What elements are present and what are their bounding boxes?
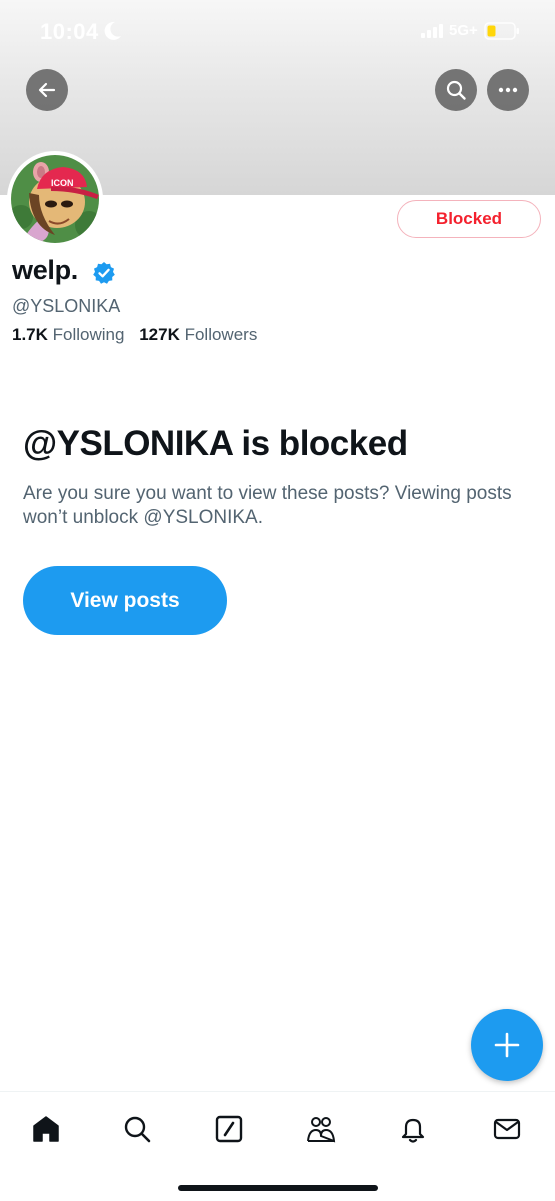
battery-icon [484, 22, 520, 45]
compose-post-button[interactable] [471, 1009, 543, 1081]
status-time: 10:04 [40, 19, 99, 44]
search-button[interactable] [435, 69, 477, 111]
nav-notifications[interactable] [393, 1109, 433, 1149]
moon-icon [104, 21, 122, 46]
view-posts-button[interactable]: View posts [23, 566, 227, 635]
more-icon [498, 87, 518, 93]
home-icon [33, 1116, 59, 1142]
avatar-image: ICON [11, 155, 99, 243]
following-label: Following [52, 325, 125, 344]
search-icon [446, 80, 466, 100]
network-label: 5G+ [449, 22, 478, 39]
messages-icon [493, 1118, 521, 1140]
handle: @YSLONIKA [12, 296, 121, 316]
status-bar: 10:04 5G+ [0, 0, 555, 64]
blocked-button[interactable]: Blocked [397, 200, 541, 238]
grok-icon [215, 1115, 243, 1143]
display-name: welp. [12, 255, 79, 285]
bottom-nav [0, 1091, 555, 1201]
follow-stats: 1.7K Following 127K Followers [12, 325, 267, 345]
notifications-icon [401, 1118, 425, 1143]
search-icon [124, 1116, 151, 1143]
home-indicator[interactable] [178, 1185, 378, 1191]
blocked-description: Are you sure you want to view these post… [23, 483, 512, 528]
nav-messages[interactable] [487, 1109, 527, 1149]
followers-count: 127K [139, 325, 180, 344]
following-link[interactable]: 1.7K Following [12, 325, 124, 345]
avatar-hat-text: ICON [51, 178, 74, 188]
verified-badge-icon [92, 261, 116, 290]
back-button[interactable] [26, 69, 68, 111]
avatar[interactable]: ICON [7, 151, 103, 247]
following-count: 1.7K [12, 325, 48, 344]
back-arrow-icon [38, 82, 56, 98]
followers-label: Followers [184, 325, 258, 344]
plus-icon [494, 1032, 520, 1058]
signal-icon [421, 24, 445, 43]
nav-explore[interactable] [117, 1109, 157, 1149]
nav-home[interactable] [26, 1109, 66, 1149]
blocked-title: @YSLONIKA is blocked [23, 424, 408, 463]
nav-communities[interactable] [301, 1109, 341, 1149]
communities-icon [307, 1117, 336, 1143]
nav-grok[interactable] [209, 1109, 249, 1149]
followers-link[interactable]: 127K Followers [139, 325, 257, 345]
more-options-button[interactable] [487, 69, 529, 111]
